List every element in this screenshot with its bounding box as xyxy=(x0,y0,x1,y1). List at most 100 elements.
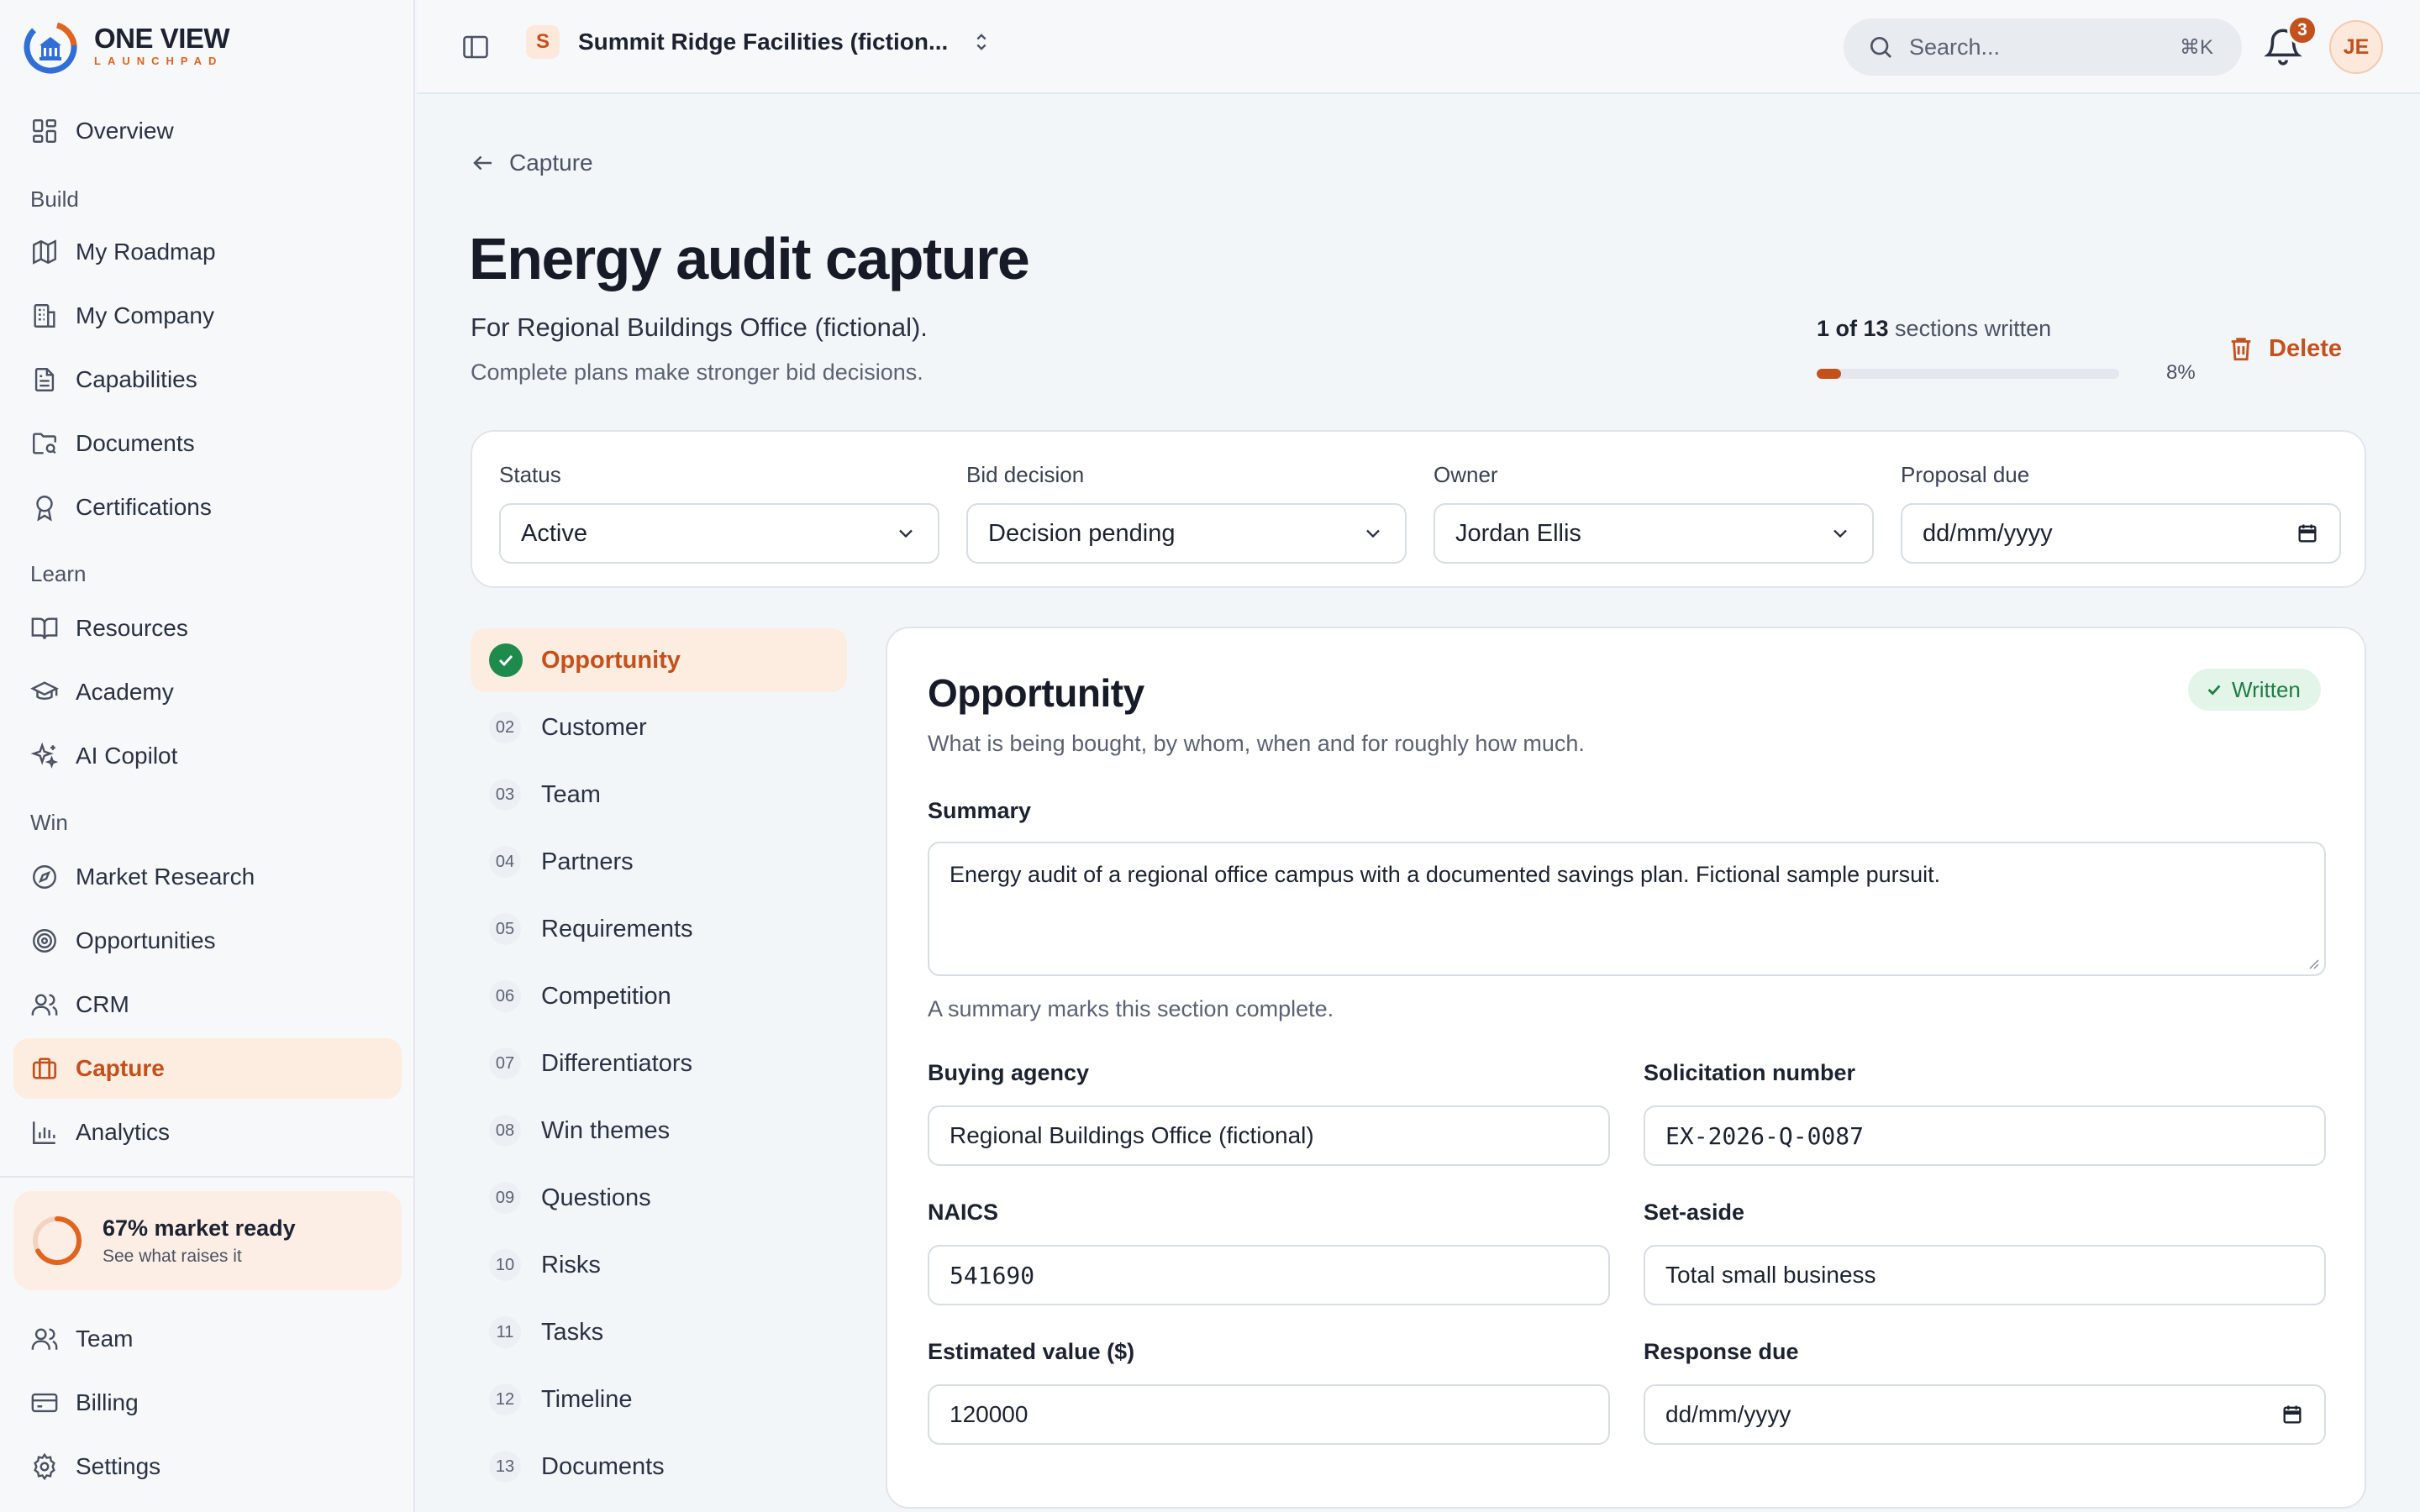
sidebar-item-label: Overview xyxy=(76,118,174,144)
step-label: Questions xyxy=(541,1184,651,1211)
summary-textarea[interactable]: Energy audit of a regional office campus… xyxy=(928,842,2326,976)
sections-written-suffix: sections written xyxy=(1888,316,2052,341)
sidebar-item-billing[interactable]: Billing xyxy=(13,1373,402,1433)
status-select[interactable]: Active xyxy=(499,503,939,564)
chevron-down-icon xyxy=(1833,529,1847,538)
resize-handle-icon[interactable] xyxy=(2306,956,2319,969)
naics-value: 541690 xyxy=(950,1261,1035,1289)
step-differentiators[interactable]: 07 Differentiators xyxy=(471,1032,847,1095)
graduation-cap-icon xyxy=(30,681,59,700)
sidebar-item-ai-copilot[interactable]: AI Copilot xyxy=(13,726,402,786)
sidebar-item-my-roadmap[interactable]: My Roadmap xyxy=(13,222,402,282)
step-complete-indicator xyxy=(489,643,523,677)
sparkles-icon xyxy=(30,742,59,769)
dashboard-icon xyxy=(33,119,56,143)
map-icon xyxy=(33,239,56,265)
step-team[interactable]: 03 Team xyxy=(471,763,847,827)
proposal-due-input[interactable]: dd/mm/yyyy xyxy=(1901,503,2341,564)
owner-value: Jordan Ellis xyxy=(1455,519,1581,547)
step-number: 12 xyxy=(489,1383,521,1415)
sidebar-item-academy[interactable]: Academy xyxy=(13,662,402,722)
sidebar-item-resources[interactable]: Resources xyxy=(13,598,402,659)
page-title: Energy audit capture xyxy=(469,226,1030,291)
step-number: 09 xyxy=(489,1182,521,1214)
org-switcher[interactable]: S Summit Ridge Facilities (fiction... xyxy=(526,25,993,59)
proposal-due-label: Proposal due xyxy=(1901,462,2030,487)
sidebar-item-label: Opportunities xyxy=(76,927,216,953)
estimated-value-label: Estimated value ($) xyxy=(928,1339,1135,1364)
estimated-value-value: 120000 xyxy=(950,1401,1028,1427)
sidebar-item-documents[interactable]: Documents xyxy=(13,413,402,474)
sidebar-item-overview[interactable]: Overview xyxy=(13,101,402,161)
summary-value: Energy audit of a regional office campus… xyxy=(950,862,1941,887)
estimated-value-input[interactable]: 120000 xyxy=(928,1384,1610,1445)
set-aside-input[interactable]: Total small business xyxy=(1644,1245,2326,1305)
set-aside-value: Total small business xyxy=(1665,1262,1876,1288)
sidebar-item-capture[interactable]: Capture xyxy=(13,1038,402,1099)
calendar-icon xyxy=(2283,1405,2302,1424)
step-competition[interactable]: 06 Competition xyxy=(471,964,847,1028)
step-questions[interactable]: 09 Questions xyxy=(471,1166,847,1230)
sections-written-count: 1 of 13 xyxy=(1817,316,1889,341)
sidebar-item-market-research[interactable]: Market Research xyxy=(13,847,402,907)
book-open-icon xyxy=(31,617,58,639)
file-text-icon xyxy=(34,368,55,391)
market-ready-title: 67% market ready xyxy=(103,1215,296,1241)
step-partners[interactable]: 04 Partners xyxy=(471,830,847,894)
sidebar-item-my-company[interactable]: My Company xyxy=(13,286,402,346)
summary-hint: A summary marks this section complete. xyxy=(928,996,1334,1021)
sidebar-item-label: Academy xyxy=(76,679,174,705)
naics-input[interactable]: 541690 xyxy=(928,1245,1610,1305)
step-number: 13 xyxy=(489,1451,521,1483)
sidebar-item-opportunities[interactable]: Opportunities xyxy=(13,911,402,971)
sidebar-item-label: CRM xyxy=(76,991,129,1017)
sidebar-item-label: Capture xyxy=(76,1055,165,1081)
bid-decision-field: Bid decision Decision pending xyxy=(966,462,1407,564)
sidebar-item-certifications[interactable]: Certifications xyxy=(13,477,402,538)
back-link[interactable]: Capture xyxy=(471,150,593,176)
sidebar: ONE VIEW LAUNCHPAD Overview Build My Roa… xyxy=(0,0,415,1512)
step-tasks[interactable]: 11 Tasks xyxy=(471,1300,847,1364)
step-win-themes[interactable]: 08 Win themes xyxy=(471,1099,847,1163)
brand-logo[interactable]: ONE VIEW LAUNCHPAD xyxy=(24,20,230,74)
solicitation-number-input[interactable]: EX-2026-Q-0087 xyxy=(1644,1105,2326,1166)
owner-select[interactable]: Jordan Ellis xyxy=(1434,503,1874,564)
sidebar-item-capabilities[interactable]: Capabilities xyxy=(13,349,402,410)
sidebar-toggle-icon[interactable] xyxy=(460,32,491,62)
brand-subtitle: LAUNCHPAD xyxy=(94,55,224,67)
sections-progress-bar xyxy=(1817,369,2119,379)
proposal-due-value: dd/mm/yyyy xyxy=(1923,519,2053,547)
solicitation-number-value: EX-2026-Q-0087 xyxy=(1665,1121,1865,1150)
bid-decision-select[interactable]: Decision pending xyxy=(966,503,1407,564)
step-timeline[interactable]: 12 Timeline xyxy=(471,1368,847,1431)
bid-decision-label: Bid decision xyxy=(966,462,1085,487)
avatar[interactable]: JE xyxy=(2329,20,2383,74)
sections-progress-percent: 8% xyxy=(2166,361,2196,384)
step-documents[interactable]: 13 Documents xyxy=(471,1435,847,1499)
credit-card-icon xyxy=(31,1393,58,1413)
sidebar-item-team[interactable]: Team xyxy=(13,1309,402,1369)
calendar-icon xyxy=(2298,524,2317,543)
step-number: 08 xyxy=(489,1115,521,1147)
step-number: 02 xyxy=(489,711,521,743)
delete-button[interactable]: Delete xyxy=(2227,334,2342,363)
step-label: Team xyxy=(541,780,601,808)
sidebar-item-crm[interactable]: CRM xyxy=(13,974,402,1035)
section-title: Opportunity xyxy=(928,671,1144,715)
sidebar-item-settings[interactable]: Settings xyxy=(13,1436,402,1497)
step-requirements[interactable]: 05 Requirements xyxy=(471,897,847,961)
sidebar-item-label: Analytics xyxy=(76,1119,171,1145)
response-due-input[interactable]: dd/mm/yyyy xyxy=(1644,1384,2326,1445)
step-label: Risks xyxy=(541,1251,601,1278)
step-risks[interactable]: 10 Risks xyxy=(471,1233,847,1297)
buying-agency-input[interactable]: Regional Buildings Office (fictional) xyxy=(928,1105,1610,1166)
status-label: Status xyxy=(499,462,561,487)
market-ready-card[interactable]: 67% market ready See what raises it xyxy=(13,1191,402,1290)
org-name: Summit Ridge Facilities (fiction... xyxy=(578,29,949,55)
response-due-label: Response due xyxy=(1644,1339,1799,1364)
search-input[interactable]: Search... ⌘K xyxy=(1844,18,2242,76)
step-opportunity[interactable]: Opportunity xyxy=(471,628,847,692)
step-customer[interactable]: 02 Customer xyxy=(471,696,847,759)
sections-progress-text: 1 of 13 sections written xyxy=(1817,316,2051,342)
sidebar-item-analytics[interactable]: Analytics xyxy=(13,1102,402,1163)
